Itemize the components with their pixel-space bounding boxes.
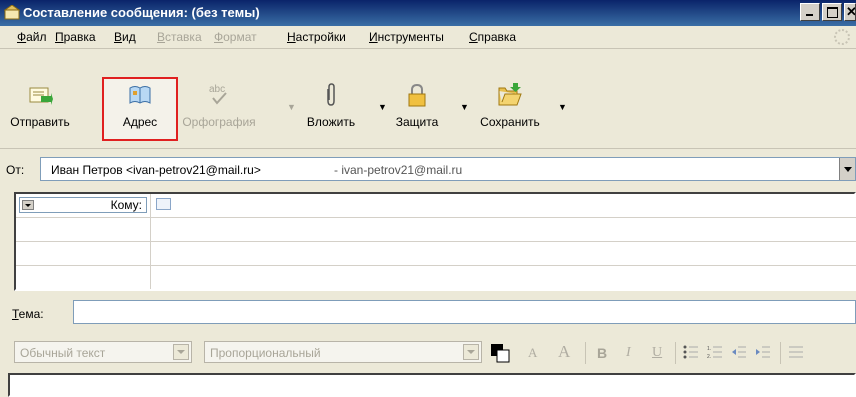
recipient-type-cell bbox=[16, 266, 151, 289]
attach-dropdown-arrow[interactable]: ▼ bbox=[378, 102, 387, 112]
address-book-button[interactable]: Адрес bbox=[102, 77, 178, 141]
from-label: От: bbox=[6, 163, 25, 177]
italic-button[interactable]: I bbox=[626, 345, 631, 361]
attach-label: Вложить bbox=[306, 115, 356, 129]
numbered-list-icon[interactable]: 1.2. bbox=[707, 345, 723, 359]
save-folder-icon bbox=[498, 83, 522, 106]
send-icon bbox=[29, 87, 53, 105]
recipient-row-empty[interactable] bbox=[16, 266, 856, 289]
spelling-dropdown-arrow[interactable]: ▼ bbox=[287, 102, 296, 112]
window-controls bbox=[798, 3, 856, 21]
close-button[interactable] bbox=[844, 3, 856, 21]
underline-button[interactable]: U bbox=[652, 345, 662, 361]
send-label: Отправить bbox=[10, 115, 70, 129]
recipient-type-cell: Кому: bbox=[16, 194, 151, 217]
paragraph-format-value: Обычный текст bbox=[20, 346, 106, 360]
svg-text:1.: 1. bbox=[707, 346, 711, 352]
address-book-icon bbox=[129, 86, 151, 104]
larger-font-icon[interactable]: A bbox=[558, 342, 570, 362]
chevron-down-icon bbox=[463, 344, 479, 360]
minimize-button[interactable] bbox=[800, 3, 820, 21]
security-dropdown-arrow[interactable]: ▼ bbox=[460, 102, 469, 112]
save-dropdown-arrow[interactable]: ▼ bbox=[558, 102, 567, 112]
maximize-button[interactable] bbox=[822, 3, 842, 21]
subject-input[interactable] bbox=[73, 300, 856, 324]
toolbar: Отправить Адрес abc Орфография ▼ Вложить… bbox=[0, 49, 856, 149]
recipient-row-empty[interactable] bbox=[16, 242, 856, 266]
menu-help[interactable]: Справка bbox=[469, 30, 516, 44]
separator bbox=[780, 342, 781, 364]
recipient-type-label: Кому: bbox=[110, 198, 142, 212]
message-body-editor[interactable] bbox=[8, 373, 856, 397]
paperclip-icon bbox=[327, 83, 335, 106]
send-button[interactable]: Отправить bbox=[2, 79, 78, 139]
recipient-type-cell bbox=[16, 218, 151, 241]
recipient-row-empty[interactable] bbox=[16, 218, 856, 242]
outdent-icon[interactable] bbox=[731, 345, 747, 359]
separator bbox=[585, 342, 586, 364]
window-title: Составление сообщения: (без темы) bbox=[23, 5, 260, 20]
from-row: От: Иван Петров <ivan-petrov21@mail.ru> … bbox=[0, 153, 856, 187]
recipient-row: Кому: bbox=[16, 194, 856, 218]
bold-button[interactable]: B bbox=[597, 345, 607, 361]
smaller-font-icon[interactable]: A bbox=[528, 345, 537, 361]
from-identity: Иван Петров <ivan-petrov21@mail.ru> bbox=[51, 163, 261, 177]
security-label: Защита bbox=[395, 115, 439, 129]
recipients-list: Кому: bbox=[14, 192, 856, 291]
menu-bar: Файл Правка Вид Вставка Формат Настройки… bbox=[0, 26, 856, 49]
from-account-select[interactable]: Иван Петров <ivan-petrov21@mail.ru> - iv… bbox=[40, 157, 856, 181]
menu-insert[interactable]: Вставка bbox=[157, 30, 202, 44]
paragraph-format-select[interactable]: Обычный текст bbox=[14, 341, 192, 363]
text-color-icon[interactable] bbox=[489, 342, 515, 364]
security-button[interactable]: Защита bbox=[388, 79, 446, 139]
address-label: Адрес bbox=[122, 115, 158, 129]
recipient-type-select[interactable]: Кому: bbox=[19, 197, 147, 213]
chevron-down-icon[interactable] bbox=[839, 158, 855, 180]
align-icon[interactable] bbox=[788, 345, 804, 359]
formatting-toolbar: Обычный текст Пропорциональный A A B I U… bbox=[0, 333, 856, 369]
spellcheck-icon: abc bbox=[209, 84, 227, 105]
font-value: Пропорциональный bbox=[210, 346, 321, 360]
subject-label: Тема: bbox=[12, 307, 44, 321]
separator bbox=[675, 342, 676, 364]
menu-settings[interactable]: Настройки bbox=[287, 30, 346, 44]
recipient-type-cell bbox=[16, 242, 151, 265]
menu-file[interactable]: Файл bbox=[17, 30, 47, 44]
bullet-list-icon[interactable] bbox=[683, 345, 699, 359]
menu-format[interactable]: Формат bbox=[214, 30, 257, 44]
compose-app-icon bbox=[4, 5, 20, 20]
subject-row: Тема: bbox=[0, 298, 856, 328]
spelling-button[interactable]: abc Орфография bbox=[180, 79, 258, 139]
svg-text:2.: 2. bbox=[707, 354, 711, 359]
menu-tools[interactable]: Инструменты bbox=[369, 30, 444, 44]
from-account: - ivan-petrov21@mail.ru bbox=[334, 163, 463, 177]
menu-view[interactable]: Вид bbox=[114, 30, 136, 44]
save-label: Сохранить bbox=[480, 115, 540, 129]
save-button[interactable]: Сохранить bbox=[470, 79, 550, 139]
attach-button[interactable]: Вложить bbox=[300, 79, 362, 139]
activity-throbber-icon bbox=[834, 29, 850, 45]
title-bar: Составление сообщения: (без темы) bbox=[0, 0, 856, 26]
indent-icon[interactable] bbox=[755, 345, 771, 359]
svg-text:abc: abc bbox=[209, 84, 225, 95]
chevron-down-icon bbox=[173, 344, 189, 360]
menu-edit[interactable]: Правка bbox=[55, 30, 96, 44]
recipient-type-chevron-icon bbox=[22, 200, 34, 210]
contact-card-icon bbox=[156, 198, 171, 210]
font-select[interactable]: Пропорциональный bbox=[204, 341, 482, 363]
spelling-label: Орфография bbox=[182, 115, 256, 129]
padlock-icon bbox=[408, 83, 426, 107]
